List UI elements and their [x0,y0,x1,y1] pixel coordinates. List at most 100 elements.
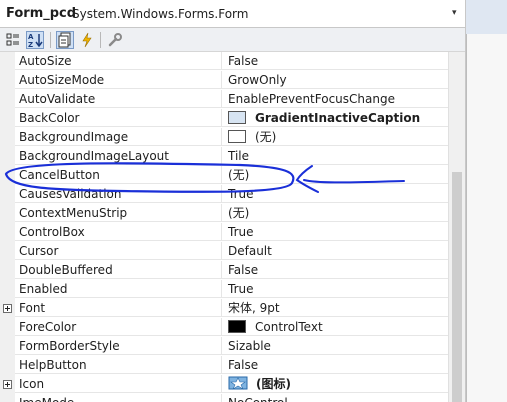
row-gutter [0,375,15,394]
property-name[interactable]: Font [15,299,222,317]
property-row[interactable]: ForeColor ControlText [0,318,448,337]
row-gutter [0,223,15,242]
property-name[interactable]: AutoSizeMode [15,71,222,89]
property-value[interactable]: (无) [222,204,448,222]
property-row[interactable]: ImeMode NoControl [0,394,448,402]
toolbar-separator [50,32,51,48]
property-value-text: False [228,263,259,277]
alphabetical-icon[interactable]: A Z [26,31,44,49]
property-value[interactable]: False [222,52,448,70]
property-name[interactable]: CausesValidation [15,185,222,203]
property-value-text: (无) [228,168,250,182]
property-name[interactable]: BackColor [15,109,222,127]
svg-text:Z: Z [28,41,33,48]
property-row[interactable]: CancelButton (无) [0,166,448,185]
color-swatch [228,130,246,143]
property-value[interactable]: EnablePreventFocusChange [222,90,448,108]
property-value-text: True [228,187,254,201]
property-name[interactable]: BackgroundImageLayout [15,147,222,165]
property-value-text: GradientInactiveCaption [255,111,421,125]
property-name[interactable]: FormBorderStyle [15,337,222,355]
toolbar-separator [100,32,101,48]
property-row[interactable]: BackgroundImage (无) [0,128,448,147]
property-value-text: Default [228,244,272,258]
property-name[interactable]: HelpButton [15,356,222,374]
property-name[interactable]: ContextMenuStrip [15,204,222,222]
property-name[interactable]: BackgroundImage [15,128,222,146]
property-value[interactable]: ControlText [222,318,448,336]
object-selector[interactable]: Form_pcd System.Windows.Forms.Form ▾ [0,0,465,28]
expand-icon[interactable] [3,380,12,389]
property-name[interactable]: Enabled [15,280,222,298]
property-value[interactable]: (无) [222,128,448,146]
property-value-text: EnablePreventFocusChange [228,92,395,106]
property-name[interactable]: AutoSize [15,52,222,70]
property-value-text: (图标) [256,377,291,391]
color-swatch [228,320,246,333]
row-gutter [0,337,15,356]
row-gutter [0,71,15,90]
property-row[interactable]: BackgroundImageLayout Tile [0,147,448,166]
property-name[interactable]: ImeMode [15,394,222,402]
property-row[interactable]: AutoValidate EnablePreventFocusChange [0,90,448,109]
property-value[interactable]: GradientInactiveCaption [222,109,448,127]
property-value[interactable]: (图标) [222,375,448,393]
property-row[interactable]: Icon (图标) [0,375,448,394]
color-swatch [228,111,246,124]
property-value[interactable]: GrowOnly [222,71,448,89]
property-value[interactable]: Sizable [222,337,448,355]
chevron-down-icon[interactable]: ▾ [452,8,457,18]
row-gutter [0,185,15,204]
property-value-text: 宋体, 9pt [228,301,280,315]
scrollbar-thumb[interactable] [452,172,462,402]
categorized-icon[interactable] [4,31,22,49]
property-value[interactable]: NoControl [222,394,448,402]
object-name: Form_pcd [6,6,77,21]
property-value[interactable]: True [222,280,448,298]
property-row[interactable]: FormBorderStyle Sizable [0,337,448,356]
property-row[interactable]: AutoSize False [0,52,448,71]
property-row[interactable]: Cursor Default [0,242,448,261]
object-type: System.Windows.Forms.Form [72,7,249,21]
property-name[interactable]: CancelButton [15,166,222,184]
property-value[interactable]: True [222,185,448,203]
row-gutter [0,280,15,299]
property-value[interactable]: 宋体, 9pt [222,299,448,317]
row-gutter [0,261,15,280]
events-icon[interactable] [78,31,96,49]
properties-icon[interactable] [56,31,74,49]
property-value-text: False [228,358,259,372]
svg-text:A: A [28,33,34,41]
property-value[interactable]: Default [222,242,448,260]
property-row[interactable]: AutoSizeMode GrowOnly [0,71,448,90]
property-name[interactable]: ForeColor [15,318,222,336]
expand-icon[interactable] [3,304,12,313]
property-name[interactable]: Icon [15,375,222,393]
property-row[interactable]: BackColor GradientInactiveCaption [0,109,448,128]
property-row[interactable]: HelpButton False [0,356,448,375]
row-gutter [0,52,15,71]
property-name[interactable]: ControlBox [15,223,222,241]
property-value-text: NoControl [228,396,288,402]
property-value-text: Sizable [228,339,271,353]
row-gutter [0,109,15,128]
property-row[interactable]: ControlBox True [0,223,448,242]
property-row[interactable]: Font 宋体, 9pt [0,299,448,318]
property-row[interactable]: ContextMenuStrip (无) [0,204,448,223]
property-value-text: True [228,225,254,239]
property-value[interactable]: Tile [222,147,448,165]
side-panel-header [466,0,507,34]
property-row[interactable]: Enabled True [0,280,448,299]
vertical-scrollbar[interactable] [448,52,465,402]
property-value[interactable]: False [222,261,448,279]
form-icon [228,376,248,390]
property-row[interactable]: DoubleBuffered False [0,261,448,280]
property-name[interactable]: Cursor [15,242,222,260]
property-value[interactable]: False [222,356,448,374]
property-value[interactable]: (无) [222,166,448,184]
property-name[interactable]: DoubleBuffered [15,261,222,279]
property-pages-icon[interactable] [106,31,124,49]
property-value[interactable]: True [222,223,448,241]
property-row[interactable]: CausesValidation True [0,185,448,204]
property-name[interactable]: AutoValidate [15,90,222,108]
